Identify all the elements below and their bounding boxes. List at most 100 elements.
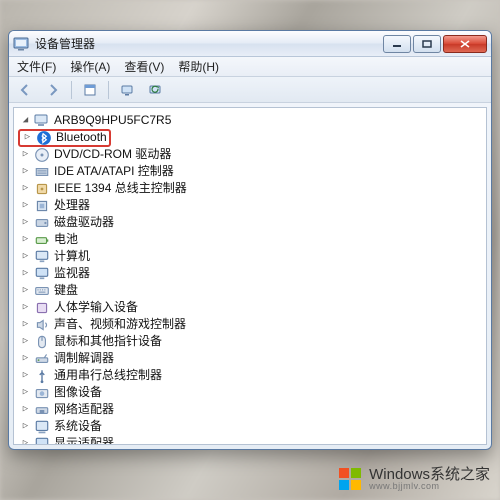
menu-view[interactable]: 查看(V) xyxy=(124,58,164,75)
item-label: 显示适配器 xyxy=(54,435,114,445)
toolbar xyxy=(9,77,491,103)
cpu-icon xyxy=(34,199,50,213)
item-label: IEEE 1394 总线主控制器 xyxy=(54,180,187,197)
expander-icon[interactable]: ▷ xyxy=(20,404,31,415)
tree-item[interactable]: ▷ IDE ATA/ATAPI 控制器 xyxy=(16,163,484,180)
expander-icon[interactable]: ▷ xyxy=(20,268,31,279)
tree-pane[interactable]: ◢ ARB9Q9HPU5FC7R5 ▷ Bluetooth ▷ DVD xyxy=(13,107,487,445)
tree-item[interactable]: ▷ 显示适配器 xyxy=(16,435,484,445)
expander-icon[interactable]: ◢ xyxy=(20,115,31,126)
root-label: ARB9Q9HPU5FC7R5 xyxy=(54,112,171,129)
expander-icon[interactable]: ▷ xyxy=(20,285,31,296)
expander-icon[interactable]: ▷ xyxy=(20,336,31,347)
item-label: 键盘 xyxy=(54,282,78,299)
maximize-button[interactable] xyxy=(413,35,441,53)
expander-icon[interactable]: ▷ xyxy=(20,353,31,364)
item-label: 通用串行总线控制器 xyxy=(54,367,162,384)
sound-icon xyxy=(34,318,50,332)
expander-icon[interactable]: ▷ xyxy=(20,421,31,432)
expander-icon[interactable]: ▷ xyxy=(20,234,31,245)
tree-item[interactable]: ▷ 电池 xyxy=(16,231,484,248)
tree-root[interactable]: ◢ ARB9Q9HPU5FC7R5 xyxy=(16,112,484,129)
mouse-icon xyxy=(34,335,50,349)
item-label: 图像设备 xyxy=(54,384,102,401)
tree-item[interactable]: ▷ 处理器 xyxy=(16,197,484,214)
item-label: 人体学输入设备 xyxy=(54,299,138,316)
expander-icon[interactable]: ▷ xyxy=(22,132,33,143)
item-label: 鼠标和其他指针设备 xyxy=(54,333,162,350)
tree-item[interactable]: ▷ 网络适配器 xyxy=(16,401,484,418)
item-label: Bluetooth xyxy=(56,129,107,146)
minimize-button[interactable] xyxy=(383,35,411,53)
expander-icon[interactable]: ▷ xyxy=(20,387,31,398)
expander-icon[interactable]: ▷ xyxy=(20,251,31,262)
hid-icon xyxy=(34,301,50,315)
monitor-icon xyxy=(34,267,50,281)
item-label: 计算机 xyxy=(54,248,90,265)
tree-item[interactable]: ▷ 鼠标和其他指针设备 xyxy=(16,333,484,350)
device-manager-window: 设备管理器 文件(F) 操作(A) 查看(V) 帮助(H) ◢ ARB9Q9HP xyxy=(8,30,492,450)
tree-item[interactable]: ▷ 通用串行总线控制器 xyxy=(16,367,484,384)
refresh-button[interactable] xyxy=(143,79,167,101)
expander-icon[interactable]: ▷ xyxy=(20,183,31,194)
keyboard-icon xyxy=(34,284,50,298)
expander-icon[interactable]: ▷ xyxy=(20,166,31,177)
item-label: 调制解调器 xyxy=(54,350,114,367)
expander-icon[interactable]: ▷ xyxy=(20,438,31,445)
tree-item[interactable]: ▷ 调制解调器 xyxy=(16,350,484,367)
expander-icon[interactable]: ▷ xyxy=(20,200,31,211)
watermark: Windows系统之家 www.bjjmlv.com xyxy=(337,466,490,492)
item-label: 声音、视频和游戏控制器 xyxy=(54,316,186,333)
expander-icon[interactable]: ▷ xyxy=(20,149,31,160)
nav-back-button[interactable] xyxy=(13,79,37,101)
toolbar-sep xyxy=(108,81,109,99)
scan-button[interactable] xyxy=(115,79,139,101)
window-buttons xyxy=(383,35,487,53)
tree-item[interactable]: ▷ 系统设备 xyxy=(16,418,484,435)
disc-icon xyxy=(34,148,50,162)
menu-action[interactable]: 操作(A) xyxy=(70,58,110,75)
item-label: 磁盘驱动器 xyxy=(54,214,114,231)
expander-icon[interactable]: ▷ xyxy=(20,217,31,228)
tree-item[interactable]: ▷ 监视器 xyxy=(16,265,484,282)
item-label: 处理器 xyxy=(54,197,90,214)
close-button[interactable] xyxy=(443,35,487,53)
menu-file[interactable]: 文件(F) xyxy=(17,58,56,75)
item-label: 监视器 xyxy=(54,265,90,282)
expander-icon[interactable]: ▷ xyxy=(20,370,31,381)
item-label: 系统设备 xyxy=(54,418,102,435)
firewire-icon xyxy=(34,182,50,196)
tree-item[interactable]: ▷ 声音、视频和游戏控制器 xyxy=(16,316,484,333)
tree-item[interactable]: ▷ IEEE 1394 总线主控制器 xyxy=(16,180,484,197)
bluetooth-icon xyxy=(36,131,52,145)
tree-item[interactable]: ▷ 图像设备 xyxy=(16,384,484,401)
item-label: IDE ATA/ATAPI 控制器 xyxy=(54,163,174,180)
tree-item[interactable]: ▷ DVD/CD-ROM 驱动器 xyxy=(16,146,484,163)
tree-item-bluetooth[interactable]: ▷ Bluetooth xyxy=(16,129,484,146)
toolbar-sep xyxy=(71,81,72,99)
tree-item[interactable]: ▷ 人体学输入设备 xyxy=(16,299,484,316)
computer-icon xyxy=(34,250,50,264)
network-icon xyxy=(34,403,50,417)
window-title: 设备管理器 xyxy=(35,35,383,52)
system-icon xyxy=(34,420,50,434)
imaging-icon xyxy=(34,386,50,400)
item-label: 电池 xyxy=(54,231,78,248)
watermark-url: www.bjjmlv.com xyxy=(369,482,490,491)
tree-item[interactable]: ▷ 计算机 xyxy=(16,248,484,265)
expander-icon[interactable]: ▷ xyxy=(20,302,31,313)
disk-icon xyxy=(34,216,50,230)
menu-help[interactable]: 帮助(H) xyxy=(178,58,219,75)
ide-icon xyxy=(34,165,50,179)
expander-icon[interactable]: ▷ xyxy=(20,319,31,330)
titlebar[interactable]: 设备管理器 xyxy=(9,31,491,57)
tree-item[interactable]: ▷ 磁盘驱动器 xyxy=(16,214,484,231)
menubar: 文件(F) 操作(A) 查看(V) 帮助(H) xyxy=(9,57,491,77)
modem-icon xyxy=(34,352,50,366)
properties-button[interactable] xyxy=(78,79,102,101)
tree-item[interactable]: ▷ 键盘 xyxy=(16,282,484,299)
item-label: DVD/CD-ROM 驱动器 xyxy=(54,146,171,163)
nav-forward-button[interactable] xyxy=(41,79,65,101)
computer-icon xyxy=(34,114,50,128)
battery-icon xyxy=(34,233,50,247)
